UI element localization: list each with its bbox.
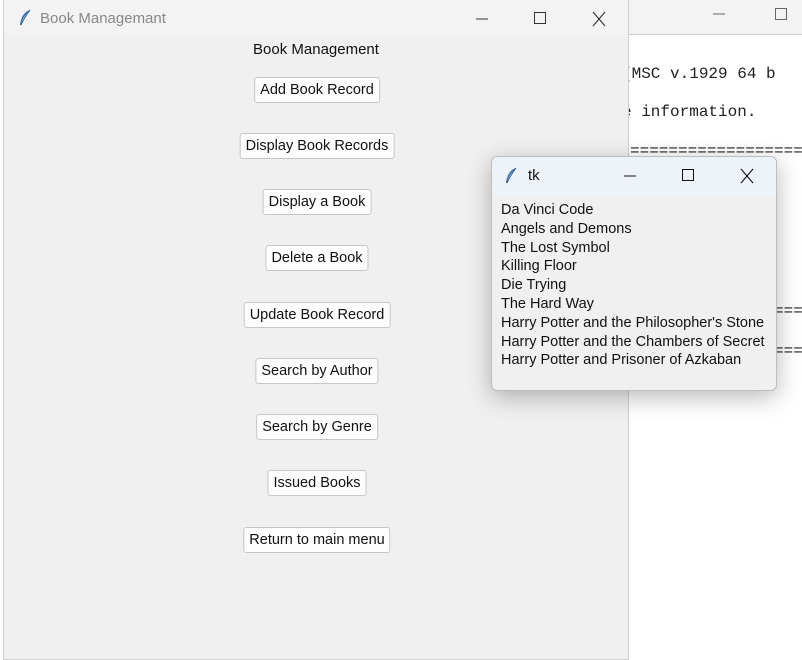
console-maximize-icon[interactable] xyxy=(774,6,788,25)
console-titlebar xyxy=(600,0,802,34)
update-book-record-button[interactable]: Update Book Record xyxy=(243,302,391,328)
tk-window-title: tk xyxy=(528,167,540,184)
console-minimize-icon[interactable] xyxy=(712,6,726,25)
titlebar[interactable]: Book Managemant xyxy=(4,0,628,36)
list-item: Harry Potter and the Chambers of Secret xyxy=(501,333,765,350)
book-list: Da Vinci Code Angels and Demons The Lost… xyxy=(501,201,765,370)
delete-a-book-button[interactable]: Delete a Book xyxy=(265,245,369,271)
list-item: Die Trying xyxy=(501,277,567,294)
list-item: Killing Floor xyxy=(501,258,577,275)
tk-window: tk Da Vinci Code Angels and Demons The L… xyxy=(491,156,777,391)
feather-icon xyxy=(18,9,32,27)
window-title: Book Managemant xyxy=(40,10,166,27)
list-item: Harry Potter and the Philosopher's Stone xyxy=(501,314,765,331)
display-book-records-button[interactable]: Display Book Records xyxy=(239,133,395,159)
console-line: [MSC v.1929 64 b xyxy=(622,65,776,83)
feather-icon xyxy=(504,167,518,185)
list-item: Angels and Demons xyxy=(501,220,632,237)
close-icon[interactable] xyxy=(577,6,621,32)
close-icon[interactable] xyxy=(725,163,769,189)
tk-titlebar[interactable]: tk xyxy=(492,157,776,195)
minimize-icon[interactable] xyxy=(460,6,504,32)
list-item: The Hard Way xyxy=(501,295,594,312)
console-line: e information. xyxy=(622,103,757,121)
add-book-record-button[interactable]: Add Book Record xyxy=(254,77,380,103)
page-heading: Book Management xyxy=(253,41,379,58)
minimize-icon[interactable] xyxy=(608,163,652,189)
maximize-icon[interactable] xyxy=(666,163,710,189)
list-item: Da Vinci Code xyxy=(501,202,594,218)
display-a-book-button[interactable]: Display a Book xyxy=(262,189,372,215)
list-item: Harry Potter and Prisoner of Azkaban xyxy=(501,352,742,369)
search-by-genre-button[interactable]: Search by Genre xyxy=(256,414,378,440)
maximize-icon[interactable] xyxy=(518,6,562,32)
issued-books-button[interactable]: Issued Books xyxy=(267,470,367,496)
return-to-main-menu-button[interactable]: Return to main menu xyxy=(243,527,391,553)
search-by-author-button[interactable]: Search by Author xyxy=(255,358,379,384)
list-item: The Lost Symbol xyxy=(501,239,610,256)
